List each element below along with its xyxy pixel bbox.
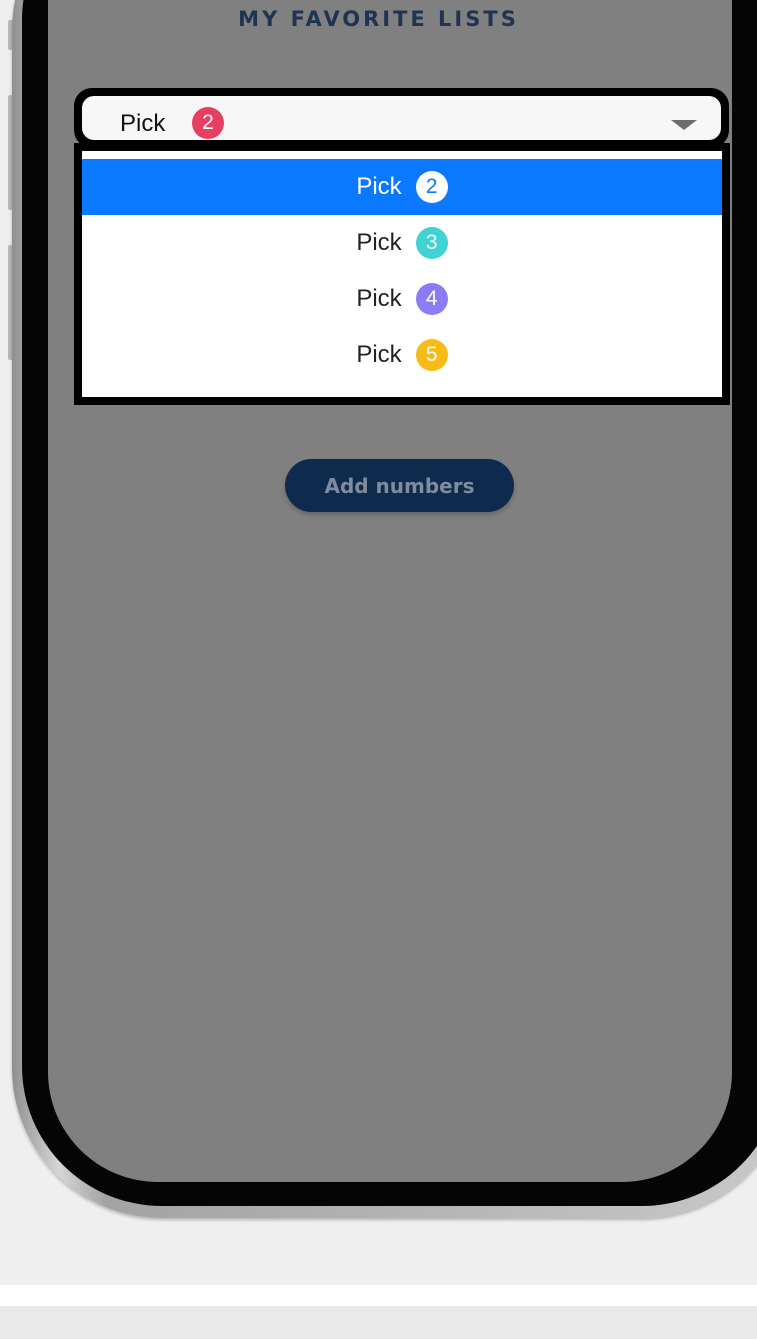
list-select-field[interactable]: Pick 2 bbox=[82, 96, 721, 140]
page-footer-strip bbox=[0, 1306, 757, 1339]
option-label: Pick bbox=[356, 229, 402, 256]
option-label: Pick bbox=[356, 285, 402, 312]
number-badge: 2 bbox=[415, 171, 448, 203]
number-badge: 5 bbox=[415, 339, 448, 371]
number-badge: 4 bbox=[415, 283, 448, 315]
list-select[interactable]: Pick 2 bbox=[74, 88, 729, 148]
list-select-badge: 2 bbox=[192, 107, 224, 139]
option-label: Pick bbox=[356, 173, 402, 200]
page-background-strip bbox=[0, 1285, 757, 1306]
dropdown-option[interactable]: Pick 3 bbox=[82, 215, 722, 271]
caret-down-icon[interactable] bbox=[671, 120, 697, 130]
dropdown-option[interactable]: Pick 2 bbox=[82, 159, 722, 215]
option-label: Pick bbox=[356, 341, 402, 368]
list-select-label: Pick bbox=[120, 110, 166, 137]
dropdown-menu: Pick 2 Pick 3 Pick 4 Pick 5 bbox=[74, 143, 730, 405]
page-title: MY FAVORITE LISTS bbox=[238, 7, 519, 31]
dropdown-option[interactable]: Pick 4 bbox=[82, 271, 722, 327]
number-badge: 3 bbox=[415, 227, 448, 259]
number-badge: 2 bbox=[192, 107, 224, 139]
dropdown-option[interactable]: Pick 5 bbox=[82, 327, 722, 383]
add-numbers-button[interactable]: Add numbers bbox=[285, 459, 514, 512]
